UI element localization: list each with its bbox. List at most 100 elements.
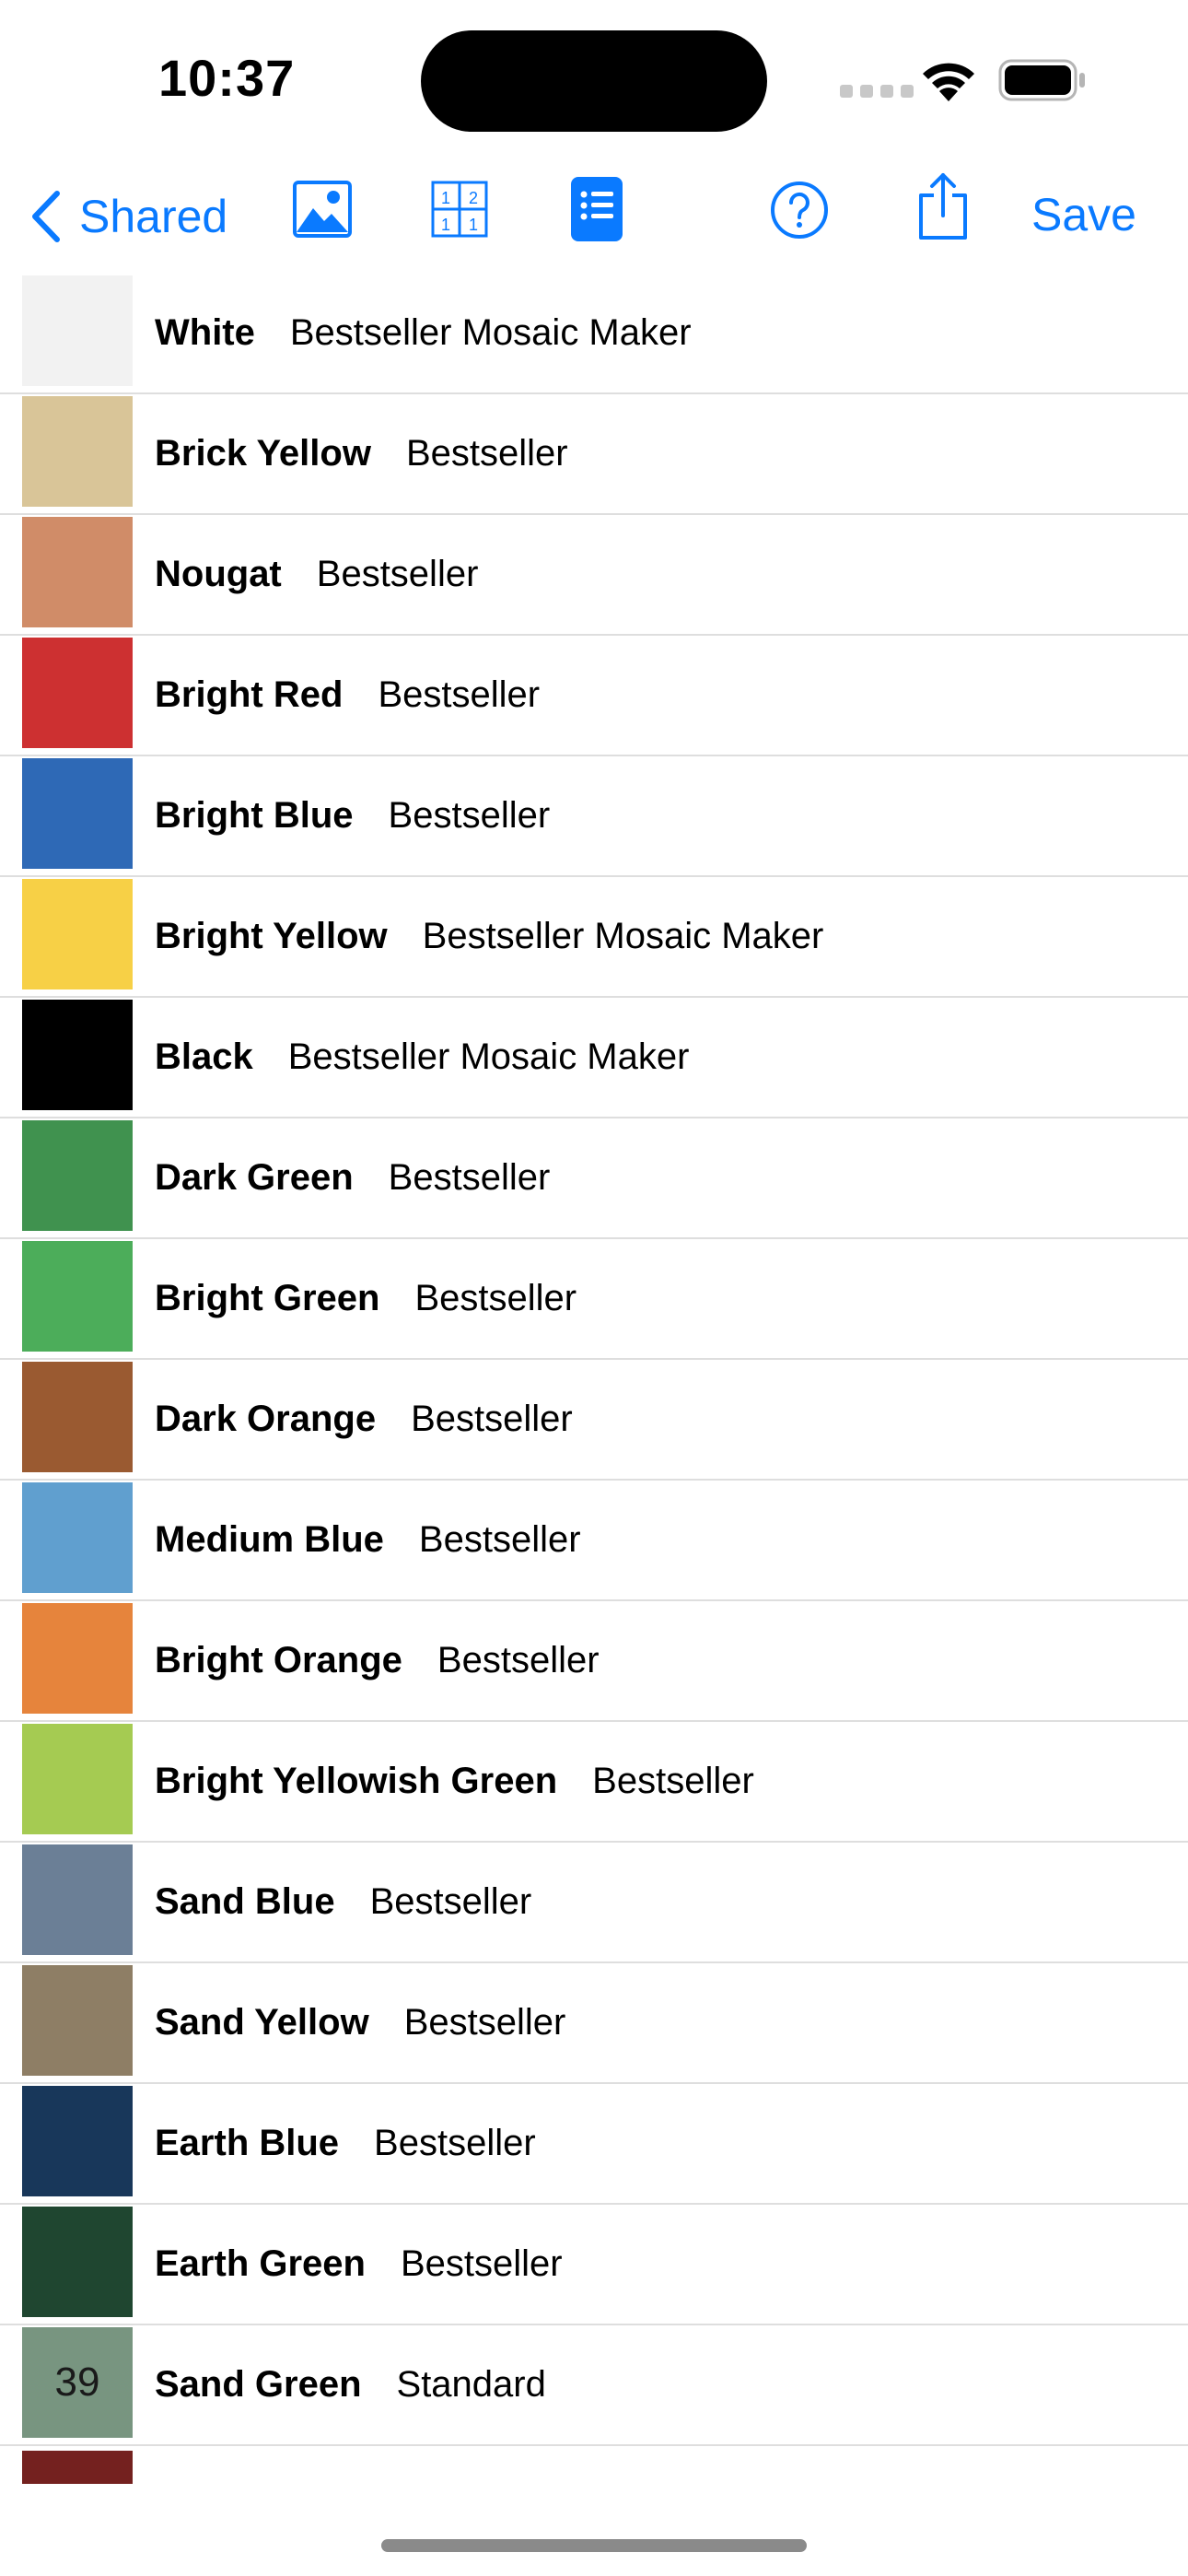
wifi-icon xyxy=(923,63,974,101)
color-swatch xyxy=(22,638,133,748)
color-row[interactable]: Bright Yellowish Green Bestseller xyxy=(0,1722,1188,1843)
color-name: Sand Yellow xyxy=(155,2002,369,2043)
dynamic-island xyxy=(421,30,767,132)
help-icon[interactable] xyxy=(770,181,829,240)
partial-row-swatch xyxy=(22,2451,133,2484)
color-tags: Bestseller xyxy=(411,1399,573,1439)
color-name: Bright Orange xyxy=(155,1640,402,1680)
color-row[interactable]: Sand Yellow Bestseller xyxy=(0,1963,1188,2084)
color-row-text: Nougat Bestseller xyxy=(155,515,478,634)
color-row[interactable]: 39 Sand Green Standard xyxy=(0,2325,1188,2446)
color-name: Dark Orange xyxy=(155,1399,377,1439)
toolbar: Shared 1 2 1 1 Save xyxy=(0,166,1188,267)
color-row[interactable]: Earth Green Bestseller xyxy=(0,2205,1188,2325)
status-bar: 10:37 xyxy=(0,0,1188,157)
color-name: Dark Green xyxy=(155,1157,354,1198)
color-row[interactable]: Brick Yellow Bestseller xyxy=(0,394,1188,515)
color-row-text: Black Bestseller Mosaic Maker xyxy=(155,998,689,1117)
grid-digit: 1 xyxy=(441,189,450,207)
status-time: 10:37 xyxy=(158,49,296,107)
photo-icon[interactable] xyxy=(293,181,352,238)
color-row[interactable]: Bright Yellow Bestseller Mosaic Maker xyxy=(0,877,1188,998)
color-name: Earth Green xyxy=(155,2243,366,2284)
color-name: Nougat xyxy=(155,554,282,594)
color-row-text: Bright Red Bestseller xyxy=(155,636,540,755)
grid-numbers-icon[interactable]: 1 2 1 1 xyxy=(431,181,488,238)
color-swatch xyxy=(22,1120,133,1231)
back-button-label: Shared xyxy=(79,191,228,242)
color-row[interactable]: Black Bestseller Mosaic Maker xyxy=(0,998,1188,1118)
color-row-text: Sand Yellow Bestseller xyxy=(155,1963,565,2082)
color-tags: Bestseller xyxy=(405,433,568,474)
color-name: Sand Blue xyxy=(155,1881,335,1922)
color-swatch xyxy=(22,1241,133,1352)
color-swatch xyxy=(22,1603,133,1714)
color-tags: Bestseller xyxy=(388,795,551,836)
color-swatch xyxy=(22,1844,133,1955)
color-row[interactable]: Earth Blue Bestseller xyxy=(0,2084,1188,2205)
home-indicator xyxy=(381,2539,807,2552)
grid-digit: 1 xyxy=(441,216,450,234)
color-name: Bright Yellow xyxy=(155,916,388,956)
color-name: Bright Blue xyxy=(155,795,354,836)
color-swatch xyxy=(22,275,133,386)
color-row-text: Bright Yellowish Green Bestseller xyxy=(155,1722,754,1841)
color-row[interactable]: White Bestseller Mosaic Maker xyxy=(0,274,1188,394)
color-row-text: Brick Yellow Bestseller xyxy=(155,394,568,513)
color-row[interactable]: Bright Green Bestseller xyxy=(0,1239,1188,1360)
back-button[interactable]: Shared xyxy=(29,175,227,258)
cellular-signal-icon xyxy=(840,85,914,98)
color-row-text: White Bestseller Mosaic Maker xyxy=(155,274,692,392)
grid-digit: 1 xyxy=(469,216,478,234)
color-row[interactable]: Dark Green Bestseller xyxy=(0,1118,1188,1239)
chevron-left-icon xyxy=(32,191,60,242)
color-name: Brick Yellow xyxy=(155,433,371,474)
save-button[interactable]: Save xyxy=(1031,188,1136,241)
color-row[interactable]: Bright Red Bestseller xyxy=(0,636,1188,756)
color-tags: Bestseller xyxy=(418,1519,581,1560)
color-row-text: Dark Orange Bestseller xyxy=(155,1360,573,1479)
color-name: Black xyxy=(155,1036,253,1077)
color-name: White xyxy=(155,312,255,353)
color-swatch xyxy=(22,1362,133,1472)
color-swatch xyxy=(22,758,133,869)
color-name: Bright Yellowish Green xyxy=(155,1761,558,1801)
color-tags: Bestseller xyxy=(369,1881,532,1922)
color-row[interactable]: Medium Blue Bestseller xyxy=(0,1481,1188,1601)
color-tags: Bestseller xyxy=(403,2002,566,2043)
battery-icon xyxy=(998,59,1085,101)
color-swatch: 39 xyxy=(22,2327,133,2438)
color-swatch xyxy=(22,1000,133,1110)
color-swatch xyxy=(22,396,133,507)
color-tags: Bestseller xyxy=(388,1157,551,1198)
color-row-text: Bright Green Bestseller xyxy=(155,1239,577,1358)
color-row[interactable]: Bright Orange Bestseller xyxy=(0,1601,1188,1722)
color-row[interactable]: Nougat Bestseller xyxy=(0,515,1188,636)
color-tags: Bestseller xyxy=(437,1640,600,1680)
color-tags: Bestseller Mosaic Maker xyxy=(287,1036,690,1077)
color-row[interactable]: Bright Blue Bestseller xyxy=(0,756,1188,877)
color-tags: Standard xyxy=(396,2364,546,2405)
color-tags: Bestseller xyxy=(400,2243,563,2284)
share-icon[interactable] xyxy=(915,171,971,241)
color-swatch xyxy=(22,1965,133,2076)
color-row[interactable]: Sand Blue Bestseller xyxy=(0,1843,1188,1963)
color-tags: Bestseller xyxy=(414,1278,577,1318)
color-row-text: Sand Blue Bestseller xyxy=(155,1843,531,1961)
color-name: Bright Red xyxy=(155,674,344,715)
color-row-text: Bright Orange Bestseller xyxy=(155,1601,600,1720)
color-row[interactable]: Dark Orange Bestseller xyxy=(0,1360,1188,1481)
color-tags: Bestseller xyxy=(374,2123,536,2163)
color-row-text: Medium Blue Bestseller xyxy=(155,1481,581,1599)
color-swatch xyxy=(22,2086,133,2196)
color-tags: Bestseller xyxy=(378,674,541,715)
color-name: Medium Blue xyxy=(155,1519,384,1560)
list-icon[interactable] xyxy=(571,177,623,241)
color-swatch xyxy=(22,2207,133,2317)
color-tags: Bestseller Mosaic Maker xyxy=(422,916,824,956)
color-swatch xyxy=(22,517,133,627)
color-tags: Bestseller xyxy=(316,554,479,594)
color-tags: Bestseller xyxy=(592,1761,754,1801)
color-row-text: Earth Blue Bestseller xyxy=(155,2084,536,2203)
grid-digit: 2 xyxy=(469,189,478,207)
